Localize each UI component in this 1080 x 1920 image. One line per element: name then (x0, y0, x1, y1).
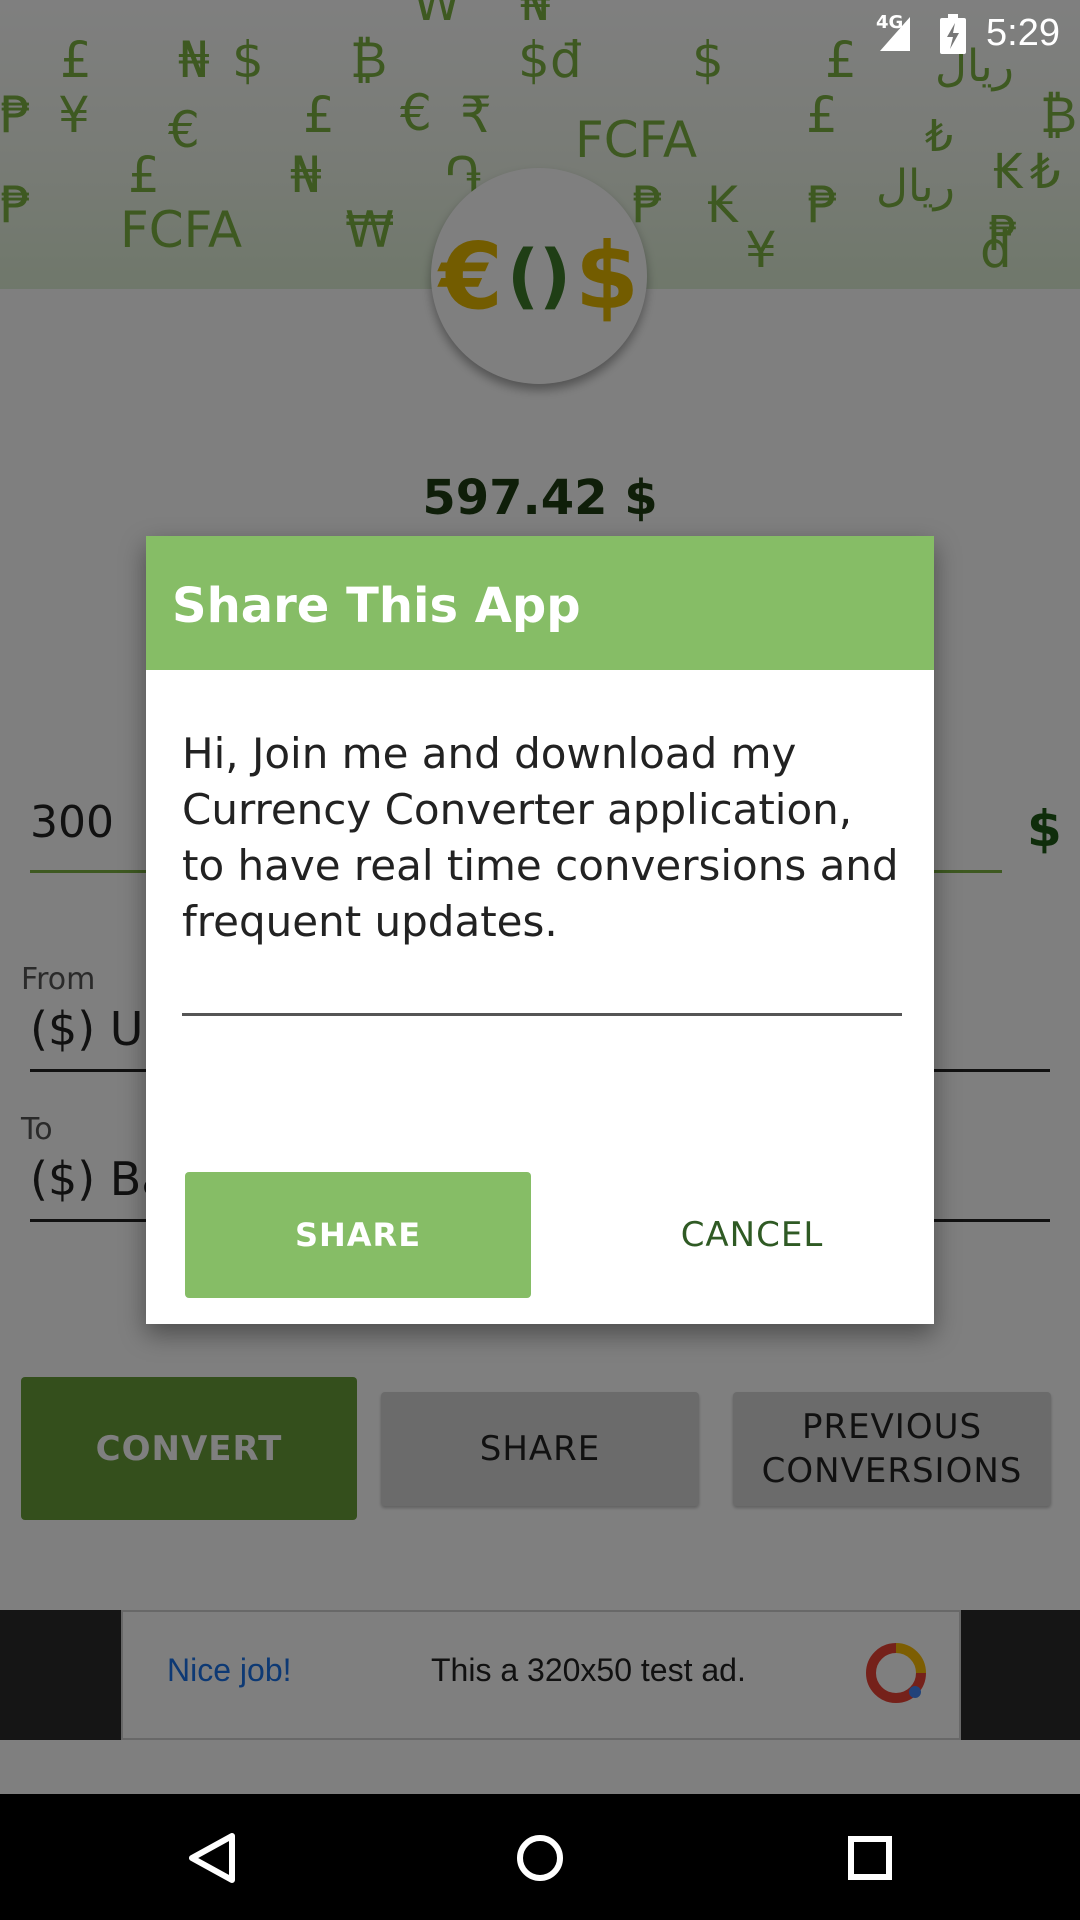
back-button[interactable] (182, 1830, 242, 1886)
home-button[interactable] (510, 1830, 570, 1886)
dialog-share-button[interactable]: SHARE (185, 1172, 531, 1298)
dialog-cancel-button[interactable]: CANCEL (579, 1172, 925, 1298)
home-icon (517, 1835, 563, 1881)
clock: 5:29 (986, 12, 1060, 54)
dialog-title: Share This App (172, 578, 581, 634)
signal-icon (880, 17, 910, 51)
battery-charging-icon (940, 14, 966, 54)
dialog-header: Share This App (146, 536, 934, 670)
recents-button[interactable] (840, 1830, 900, 1886)
navigation-bar (0, 1794, 1080, 1920)
share-dialog: Share This App SHARE CANCEL (146, 536, 934, 1324)
back-icon (189, 1833, 235, 1883)
status-bar: 4G 5:29 (0, 0, 1080, 66)
share-message-input[interactable] (182, 726, 902, 1016)
recents-icon (848, 1836, 892, 1880)
